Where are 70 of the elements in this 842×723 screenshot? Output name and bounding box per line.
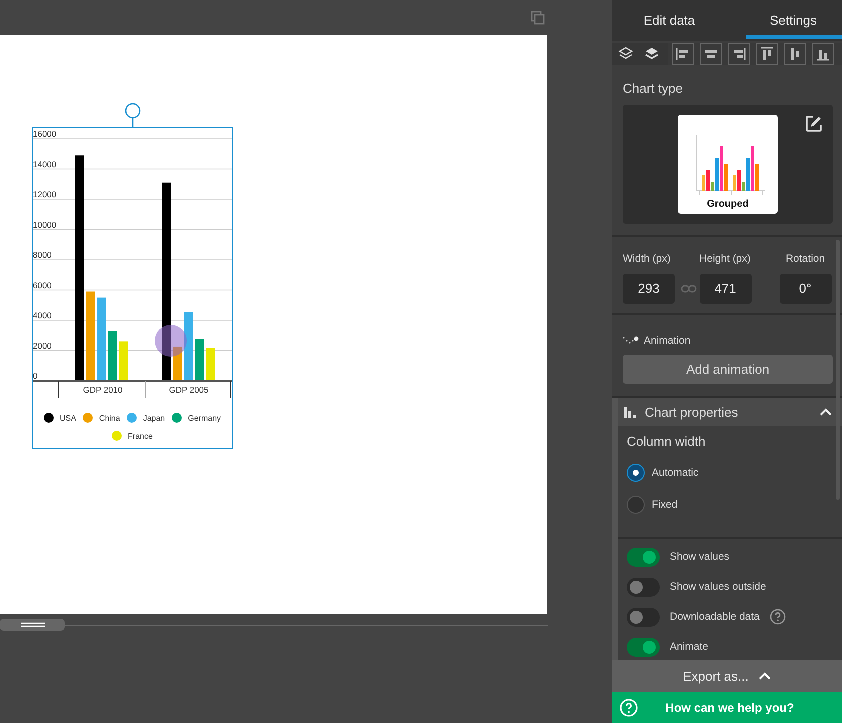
chevron-icon [758, 672, 771, 680]
legend-label: Germany [188, 414, 222, 422]
align-top-icon[interactable] [756, 43, 778, 65]
chevron-icon[interactable] [819, 406, 833, 418]
section-heading: Column width [627, 434, 707, 450]
radio-label: Fixed [652, 499, 678, 511]
chart-type-thumbnail[interactable]: Grouped [678, 115, 778, 214]
rotate-handle[interactable] [125, 103, 141, 127]
layers-icon[interactable] [644, 46, 660, 62]
toggle-label: Downloadable data [670, 611, 760, 623]
tab[interactable]: Edit data [622, 0, 718, 39]
input-field[interactable]: 0° [780, 274, 832, 304]
chart-bar [108, 331, 118, 381]
radio-label: Automatic [652, 467, 699, 479]
edit-icon[interactable] [805, 115, 823, 133]
toggle-switch[interactable] [627, 548, 660, 566]
cursor-highlight [155, 325, 187, 357]
toggle-label: Show values [670, 551, 730, 563]
align-left-icon[interactable] [672, 43, 694, 65]
axis-label: GDP 2010 [83, 385, 123, 395]
toggle-label: Animate [670, 641, 709, 653]
field-label: Height (px) [700, 252, 752, 266]
layers-icon[interactable] [618, 46, 634, 62]
axis-label: 14000 [33, 159, 57, 170]
align-center-icon[interactable] [700, 43, 722, 65]
toggle-switch[interactable] [627, 638, 660, 656]
section-header[interactable]: Chart properties [618, 398, 842, 426]
radio-button[interactable] [627, 496, 645, 514]
add-animation-button[interactable]: Add animation [623, 355, 833, 384]
axis-label: 12000 [33, 190, 57, 200]
help-icon[interactable] [770, 609, 786, 625]
axis-label: GDP 2005 [169, 385, 209, 395]
toggle-label: Show values outside [670, 581, 766, 593]
legend-label: Japan [143, 414, 166, 422]
axis-label: 0 [33, 371, 38, 381]
axis-label: 6000 [33, 280, 52, 290]
axis-label: 4000 [33, 310, 52, 320]
chart-bar [206, 348, 216, 381]
chart-frame[interactable]: 0 2000 4000 6000 8000 10000 12000 14000 16000 GDP 2010 GDP 2005 USA China Japan Germany France [32, 127, 233, 449]
chart-type-name: Grouped [707, 199, 749, 210]
chart-bar [184, 312, 194, 381]
help-icon [620, 698, 638, 716]
animation-icon [623, 336, 639, 346]
scrollbar-handle[interactable] [0, 619, 65, 631]
align-bottom-icon[interactable] [812, 43, 834, 65]
legend-label: USA [60, 414, 76, 422]
legend-label: China [99, 414, 120, 422]
legend-label: France [128, 432, 153, 440]
field-label: Rotation [786, 252, 826, 266]
axis-label: 16000 [33, 129, 57, 139]
tab[interactable]: Settings [746, 0, 842, 39]
chart-bar [119, 342, 128, 381]
section-heading: Chart type [623, 81, 684, 97]
align-middle-icon[interactable] [784, 43, 806, 65]
toggle-switch[interactable] [627, 578, 660, 596]
align-right-icon[interactable] [728, 43, 750, 65]
input-field[interactable]: 293 [623, 274, 675, 304]
section-title: Chart properties [645, 404, 740, 420]
export-button[interactable]: Export as... [612, 660, 842, 692]
input-field[interactable]: 471 [700, 274, 752, 304]
field-label: Width (px) [623, 252, 672, 266]
radio-button[interactable] [627, 464, 645, 482]
axis-label: 8000 [33, 250, 52, 260]
chart-bar [173, 346, 182, 381]
section-heading: Animation [644, 334, 691, 349]
axis-label: 2000 [33, 340, 52, 351]
toggle-switch[interactable] [627, 608, 660, 626]
axis-label: 10000 [33, 220, 57, 230]
chart-bar [195, 339, 204, 381]
bar-chart-icon [623, 405, 637, 419]
